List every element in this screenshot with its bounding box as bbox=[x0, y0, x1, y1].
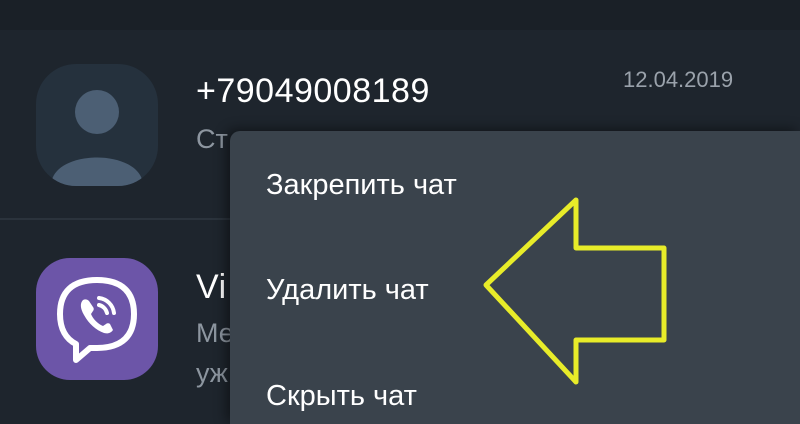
viber-avatar bbox=[36, 258, 158, 380]
arrow-shape bbox=[483, 197, 667, 385]
menu-item-delete-chat[interactable]: Удалить чат bbox=[266, 274, 429, 307]
chat-name: Vi bbox=[196, 268, 227, 306]
chat-name: +79049008189 bbox=[196, 72, 430, 110]
contact-avatar bbox=[36, 64, 158, 186]
menu-item-pin-chat[interactable]: Закрепить чат bbox=[266, 169, 457, 202]
person-icon bbox=[51, 90, 143, 186]
arrow-left-icon bbox=[483, 197, 667, 385]
viber-icon bbox=[57, 277, 137, 363]
chat-preview: Ст bbox=[196, 124, 228, 154]
menu-item-hide-chat[interactable]: Скрыть чат bbox=[266, 380, 417, 413]
top-bar bbox=[0, 0, 800, 30]
chat-preview-line: уж bbox=[196, 358, 228, 388]
chat-preview-line: Ме bbox=[196, 318, 234, 348]
chat-date: 12.04.2019 bbox=[623, 67, 734, 92]
